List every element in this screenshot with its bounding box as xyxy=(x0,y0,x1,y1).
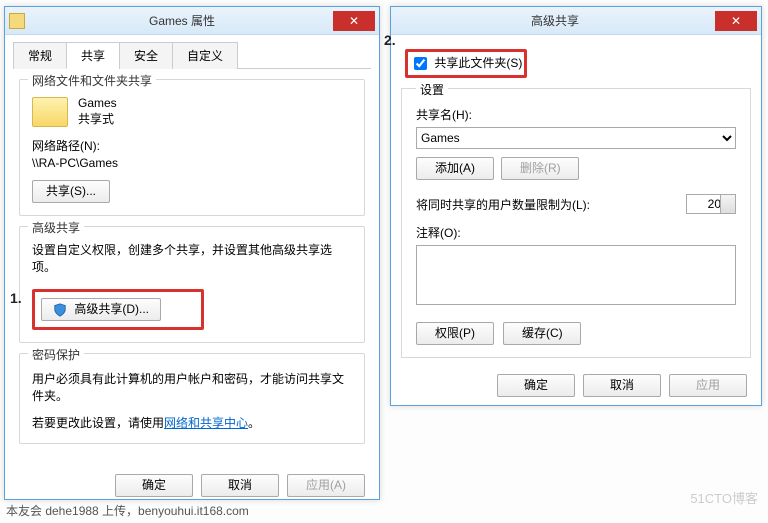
tabs: 常规 共享 安全 自定义 xyxy=(13,41,371,69)
folder-icon xyxy=(9,13,25,29)
folder-icon-large xyxy=(32,97,68,127)
window-title-2: 高级共享 xyxy=(395,12,715,29)
advanced-desc: 设置自定义权限，创建多个共享，并设置其他高级共享选项。 xyxy=(32,241,352,275)
share-folder-label[interactable]: 共享此文件夹(S) xyxy=(410,56,522,70)
limit-spinner[interactable] xyxy=(686,194,736,214)
group-password: 密码保护 用户必须具有此计算机的用户帐户和密码，才能访问共享文件夹。 若要更改此… xyxy=(19,353,365,444)
tab-security[interactable]: 安全 xyxy=(119,42,173,69)
folder-status: 共享式 xyxy=(78,110,117,127)
cache-button[interactable]: 缓存(C) xyxy=(503,322,581,345)
share-button[interactable]: 共享(S)... xyxy=(32,180,110,203)
window-title-1: Games 属性 xyxy=(31,12,333,29)
titlebar-1: Games 属性 ✕ xyxy=(5,7,379,35)
cancel-button-2[interactable]: 取消 xyxy=(583,374,661,397)
delete-button[interactable]: 删除(R) xyxy=(501,157,579,180)
tab-general[interactable]: 常规 xyxy=(13,42,67,69)
permissions-button[interactable]: 权限(P) xyxy=(416,322,494,345)
advanced-sharing-button[interactable]: 高级共享(D)... xyxy=(41,298,161,321)
tab-pane: 网络文件和文件夹共享 Games 共享式 网络路径(N): \\RA-PC\Ga… xyxy=(5,69,379,464)
network-path-label: 网络路径(N): xyxy=(32,137,352,154)
ok-button-2[interactable]: 确定 xyxy=(497,374,575,397)
group1-title: 网络文件和文件夹共享 xyxy=(28,72,156,89)
password-line2: 若要更改此设置，请使用网络和共享中心。 xyxy=(32,414,352,431)
annotation-1: 1. xyxy=(10,290,22,306)
add-button[interactable]: 添加(A) xyxy=(416,157,494,180)
group2-title: 高级共享 xyxy=(28,219,84,236)
settings-title: 设置 xyxy=(416,81,448,98)
highlight-share-checkbox: 共享此文件夹(S) xyxy=(405,49,527,78)
group-advanced-sharing: 高级共享 设置自定义权限，创建多个共享，并设置其他高级共享选项。 高级共享(D)… xyxy=(19,226,365,343)
advanced-sharing-window: 高级共享 ✕ 共享此文件夹(S) 设置 共享名(H): Games 添加(A) … xyxy=(390,6,762,406)
network-center-link[interactable]: 网络和共享中心 xyxy=(164,416,248,430)
tab-customize[interactable]: 自定义 xyxy=(172,42,238,69)
window1-buttons: 确定 取消 应用(A) xyxy=(5,464,379,507)
shield-icon xyxy=(53,303,67,317)
comment-textarea[interactable] xyxy=(416,245,736,305)
group3-title: 密码保护 xyxy=(28,346,84,363)
ok-button-1[interactable]: 确定 xyxy=(115,474,193,497)
network-path-value: \\RA-PC\Games xyxy=(32,156,352,170)
limit-label: 将同时共享的用户数量限制为(L): xyxy=(416,196,686,213)
apply-button-1[interactable]: 应用(A) xyxy=(287,474,365,497)
close-button-2[interactable]: ✕ xyxy=(715,11,757,31)
folder-name: Games xyxy=(78,96,117,110)
highlight-advanced-button: 高级共享(D)... xyxy=(32,289,204,330)
annotation-2: 2. xyxy=(384,32,396,48)
group-network-sharing: 网络文件和文件夹共享 Games 共享式 网络路径(N): \\RA-PC\Ga… xyxy=(19,79,365,216)
sharename-label: 共享名(H): xyxy=(416,106,736,123)
footer-text: 本友会 dehe1988 上传，benyouhui.it168.com xyxy=(6,502,249,519)
close-button-1[interactable]: ✕ xyxy=(333,11,375,31)
share-folder-checkbox[interactable] xyxy=(414,57,427,70)
tab-sharing[interactable]: 共享 xyxy=(66,42,120,69)
apply-button-2[interactable]: 应用 xyxy=(669,374,747,397)
adv-btn-label: 高级共享(D)... xyxy=(74,302,149,316)
sharename-select[interactable]: Games xyxy=(416,127,736,149)
settings-panel: 设置 共享名(H): Games 添加(A) 删除(R) 将同时共享的用户数量限… xyxy=(401,88,751,358)
cancel-button-1[interactable]: 取消 xyxy=(201,474,279,497)
titlebar-2: 高级共享 ✕ xyxy=(391,7,761,35)
window2-buttons: 确定 取消 应用 xyxy=(391,364,761,407)
properties-window: Games 属性 ✕ 常规 共享 安全 自定义 网络文件和文件夹共享 Games… xyxy=(4,6,380,500)
watermark: 51CTO博客 xyxy=(690,488,758,507)
comment-label: 注释(O): xyxy=(416,224,736,241)
password-line1: 用户必须具有此计算机的用户帐户和密码，才能访问共享文件夹。 xyxy=(32,370,352,404)
